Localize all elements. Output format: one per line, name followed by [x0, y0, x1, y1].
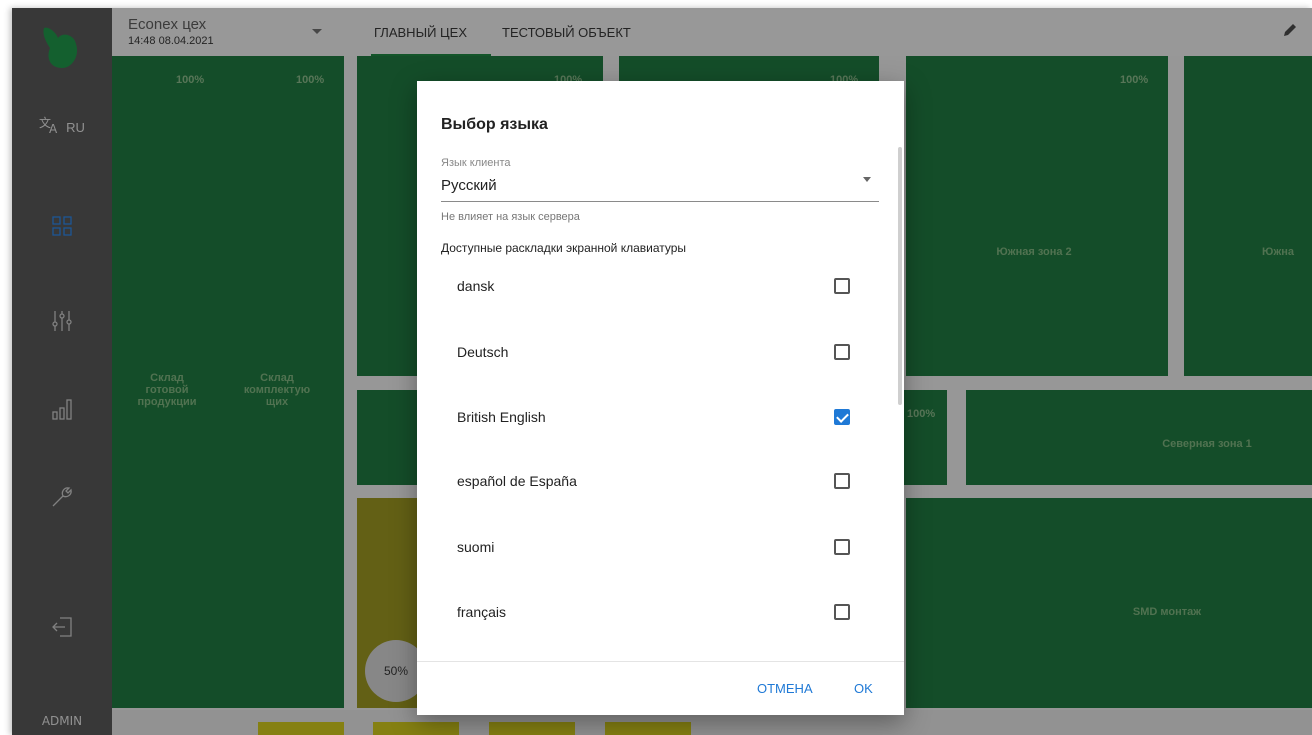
layout-name: français: [457, 604, 507, 620]
layout-option-dansk[interactable]: dansk: [457, 271, 857, 301]
layout-name: suomi: [457, 539, 495, 555]
layout-option-british-english[interactable]: British English: [457, 402, 857, 432]
layout-checkbox[interactable]: [834, 604, 850, 620]
chevron-down-icon[interactable]: [863, 177, 871, 182]
layout-checkbox[interactable]: [834, 473, 850, 489]
layout-name: British English: [457, 409, 546, 425]
layout-name: Deutsch: [457, 344, 509, 360]
dialog-divider: [417, 661, 904, 662]
layout-option-espanol[interactable]: español de España: [457, 466, 857, 496]
layout-checkbox[interactable]: [834, 539, 850, 555]
layout-checkbox-checked[interactable]: [834, 409, 850, 425]
keyboard-layouts-label: Доступные раскладки экранной клавиатуры: [441, 241, 687, 255]
dialog-scrollbar[interactable]: [898, 147, 902, 405]
layout-option-francais[interactable]: français: [457, 597, 857, 627]
cancel-button[interactable]: ОТМЕНА: [757, 681, 813, 696]
layout-checkbox[interactable]: [834, 278, 850, 294]
client-language-select[interactable]: Русский: [441, 177, 497, 194]
layout-option-suomi[interactable]: suomi: [457, 532, 857, 562]
ok-button[interactable]: OK: [854, 681, 873, 696]
layout-option-deutsch[interactable]: Deutsch: [457, 337, 857, 367]
dialog-title: Выбор языка: [441, 116, 548, 133]
select-underline: [441, 201, 879, 202]
app-window: 文 A RU ADMIN Econex цех 14:48 08.04.2021…: [12, 8, 1312, 735]
client-language-label: Язык клиента: [441, 157, 511, 169]
language-dialog: Выбор языка Язык клиента Русский Не влия…: [417, 81, 904, 715]
layout-name: español de España: [457, 473, 577, 489]
layout-checkbox[interactable]: [834, 344, 850, 360]
field-hint: Не влияет на язык сервера: [441, 211, 580, 223]
layout-name: dansk: [457, 278, 495, 294]
